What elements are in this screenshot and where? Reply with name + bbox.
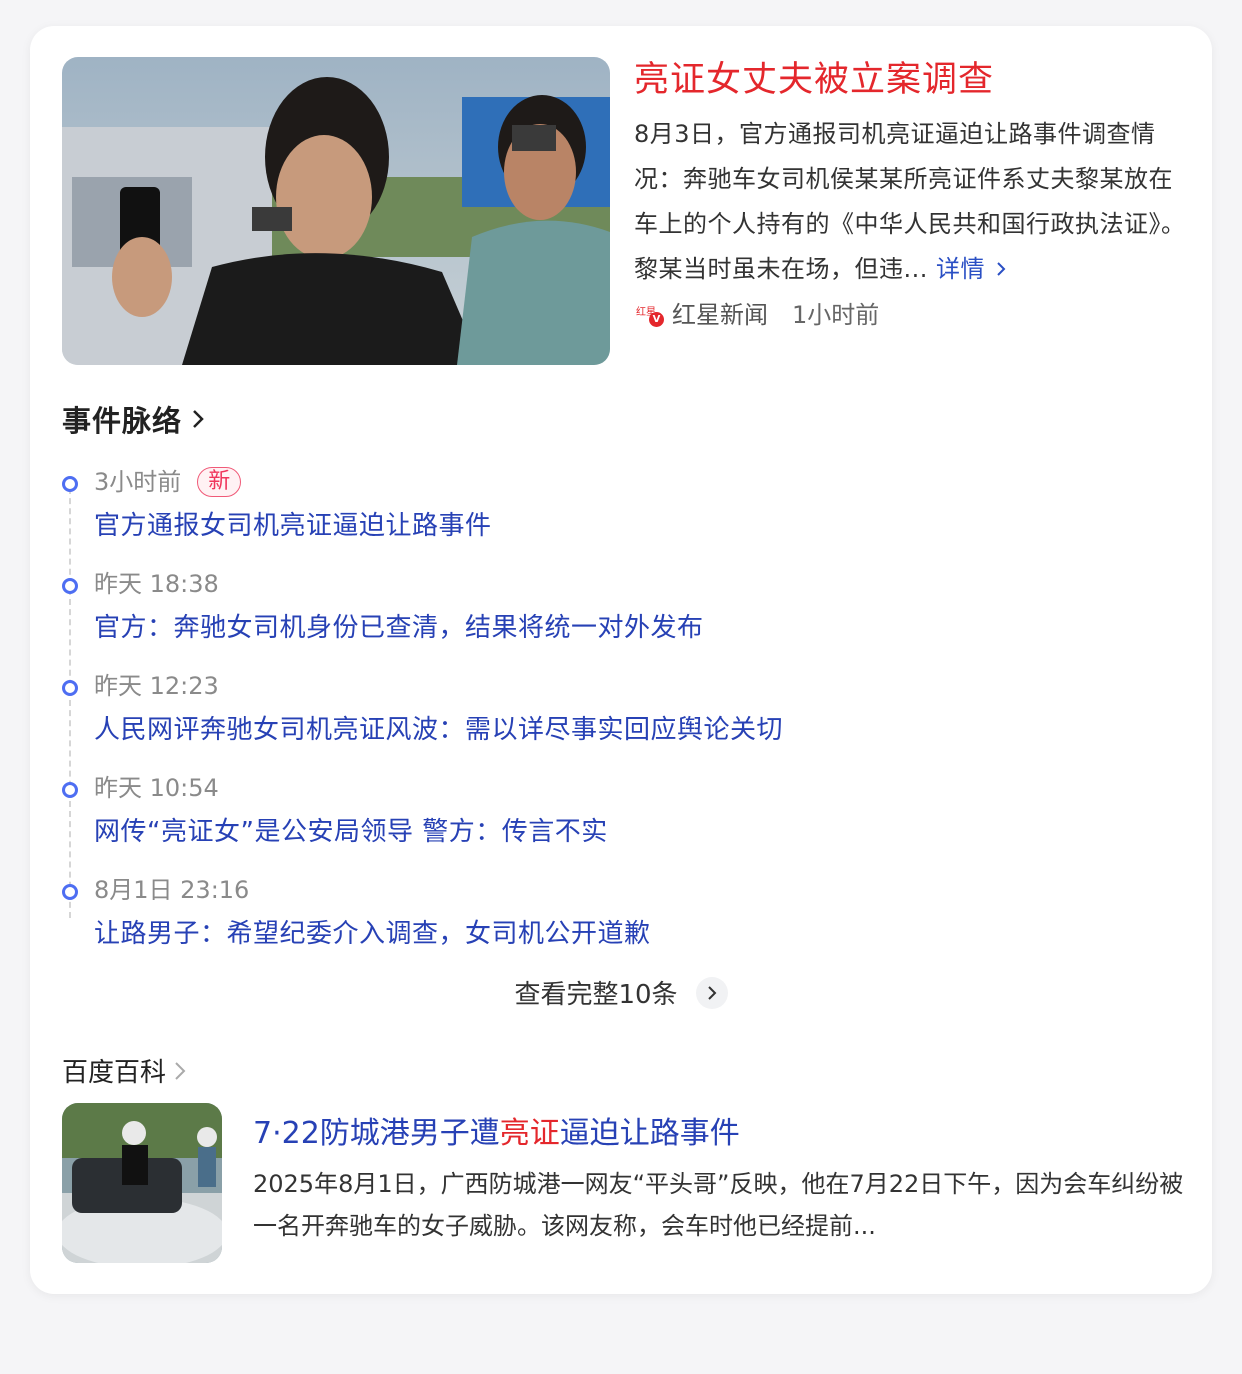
timeline-heading[interactable]: 事件脉络 bbox=[62, 398, 206, 440]
timeline-dot bbox=[62, 578, 78, 594]
chevron-right-icon bbox=[695, 976, 728, 1009]
chevron-right-icon bbox=[193, 410, 204, 428]
timeline-dot bbox=[62, 782, 78, 798]
timeline-item[interactable]: 昨天 10:54 网传“亮证女”是公安局领导 警方：传言不实 bbox=[62, 772, 1162, 874]
source-name[interactable]: 红星新闻 bbox=[672, 295, 768, 330]
timeline-headline[interactable]: 网传“亮证女”是公安局领导 警方：传言不实 bbox=[94, 812, 608, 852]
timeline-item[interactable]: 3小时前 新 官方通报女司机亮证逼迫让路事件 bbox=[62, 466, 1162, 568]
timeline-time: 3小时前 新 bbox=[94, 466, 242, 498]
news-card: 亮证女丈夫被立案调查 8月3日，官方通报司机亮证逼迫让路事件调查情况：奔驰车女司… bbox=[30, 26, 1212, 1294]
news-source-row: 红星 V 红星新闻 1小时前 bbox=[634, 292, 879, 332]
chevron-right-icon bbox=[997, 262, 1006, 276]
publish-time: 1小时前 bbox=[792, 300, 880, 329]
news-title[interactable]: 亮证女丈夫被立案调查 bbox=[634, 58, 994, 102]
timeline-item[interactable]: 昨天 12:23 人民网评奔驰女司机亮证风波：需以详尽事实回应舆论关切 bbox=[62, 670, 1162, 772]
baike-title-highlight[interactable]: 亮证 bbox=[500, 1116, 560, 1151]
baike-heading[interactable]: 百度百科 bbox=[62, 1052, 188, 1089]
baike-thumbnail[interactable] bbox=[62, 1103, 222, 1263]
timeline-item[interactable]: 昨天 18:38 官方：奔驰女司机身份已查清，结果将统一对外发布 bbox=[62, 568, 1162, 670]
news-summary-text: 8月3日，官方通报司机亮证逼迫让路事件调查情况：奔驰车女司机侯某某所亮证件系丈夫… bbox=[634, 120, 1186, 283]
timeline-time: 昨天 10:54 bbox=[94, 774, 219, 802]
timeline-dot bbox=[62, 476, 78, 492]
timeline-time: 昨天 18:38 bbox=[94, 570, 219, 598]
timeline-heading-text[interactable]: 事件脉络 bbox=[62, 398, 182, 440]
baike-description: 2025年8月1日，广西防城港一网友“平头哥”反映，他在7月22日下午，因为会车… bbox=[253, 1170, 1184, 1240]
baike-title[interactable]: 7·22防城港男子遭亮证逼迫让路事件 bbox=[253, 1114, 740, 1154]
news-summary: 8月3日，官方通报司机亮证逼迫让路事件调查情况：奔驰车女司机侯某某所亮证件系丈夫… bbox=[634, 112, 1186, 292]
timeline-headline[interactable]: 官方：奔驰女司机身份已查清，结果将统一对外发布 bbox=[94, 608, 704, 648]
timeline-headline[interactable]: 官方通报女司机亮证逼迫让路事件 bbox=[94, 506, 492, 546]
baike-title-part1[interactable]: 7·22防城港男子遭 bbox=[253, 1116, 500, 1151]
timeline-time-text: 3小时前 bbox=[94, 468, 182, 496]
timeline-time: 昨天 12:23 bbox=[94, 672, 219, 700]
timeline-headline[interactable]: 让路男子：希望纪委介入调查，女司机公开道歉 bbox=[94, 914, 651, 954]
timeline-headline[interactable]: 人民网评奔驰女司机亮证风波：需以详尽事实回应舆论关切 bbox=[94, 710, 783, 750]
timeline-dot bbox=[62, 884, 78, 900]
view-all-button[interactable]: 查看完整10条 bbox=[30, 974, 1212, 1011]
timeline-item[interactable]: 8月1日 23:16 让路男子：希望纪委介入调查，女司机公开道歉 bbox=[62, 874, 1162, 976]
baike-heading-text[interactable]: 百度百科 bbox=[62, 1052, 166, 1089]
new-badge: 新 bbox=[197, 467, 242, 497]
hongxing-logo-verified-icon: 红星 V bbox=[634, 297, 664, 327]
news-thumbnail[interactable] bbox=[62, 57, 610, 365]
timeline-time: 8月1日 23:16 bbox=[94, 876, 250, 904]
detail-link[interactable]: 详情 bbox=[936, 255, 1007, 283]
detail-label[interactable]: 详情 bbox=[936, 255, 985, 283]
baike-title-part2[interactable]: 逼迫让路事件 bbox=[560, 1116, 740, 1151]
view-all-label[interactable]: 查看完整10条 bbox=[514, 974, 677, 1011]
event-timeline: 3小时前 新 官方通报女司机亮证逼迫让路事件 昨天 18:38 官方：奔驰女司机… bbox=[62, 466, 1162, 976]
chevron-right-icon bbox=[175, 1061, 186, 1080]
timeline-dot bbox=[62, 680, 78, 696]
